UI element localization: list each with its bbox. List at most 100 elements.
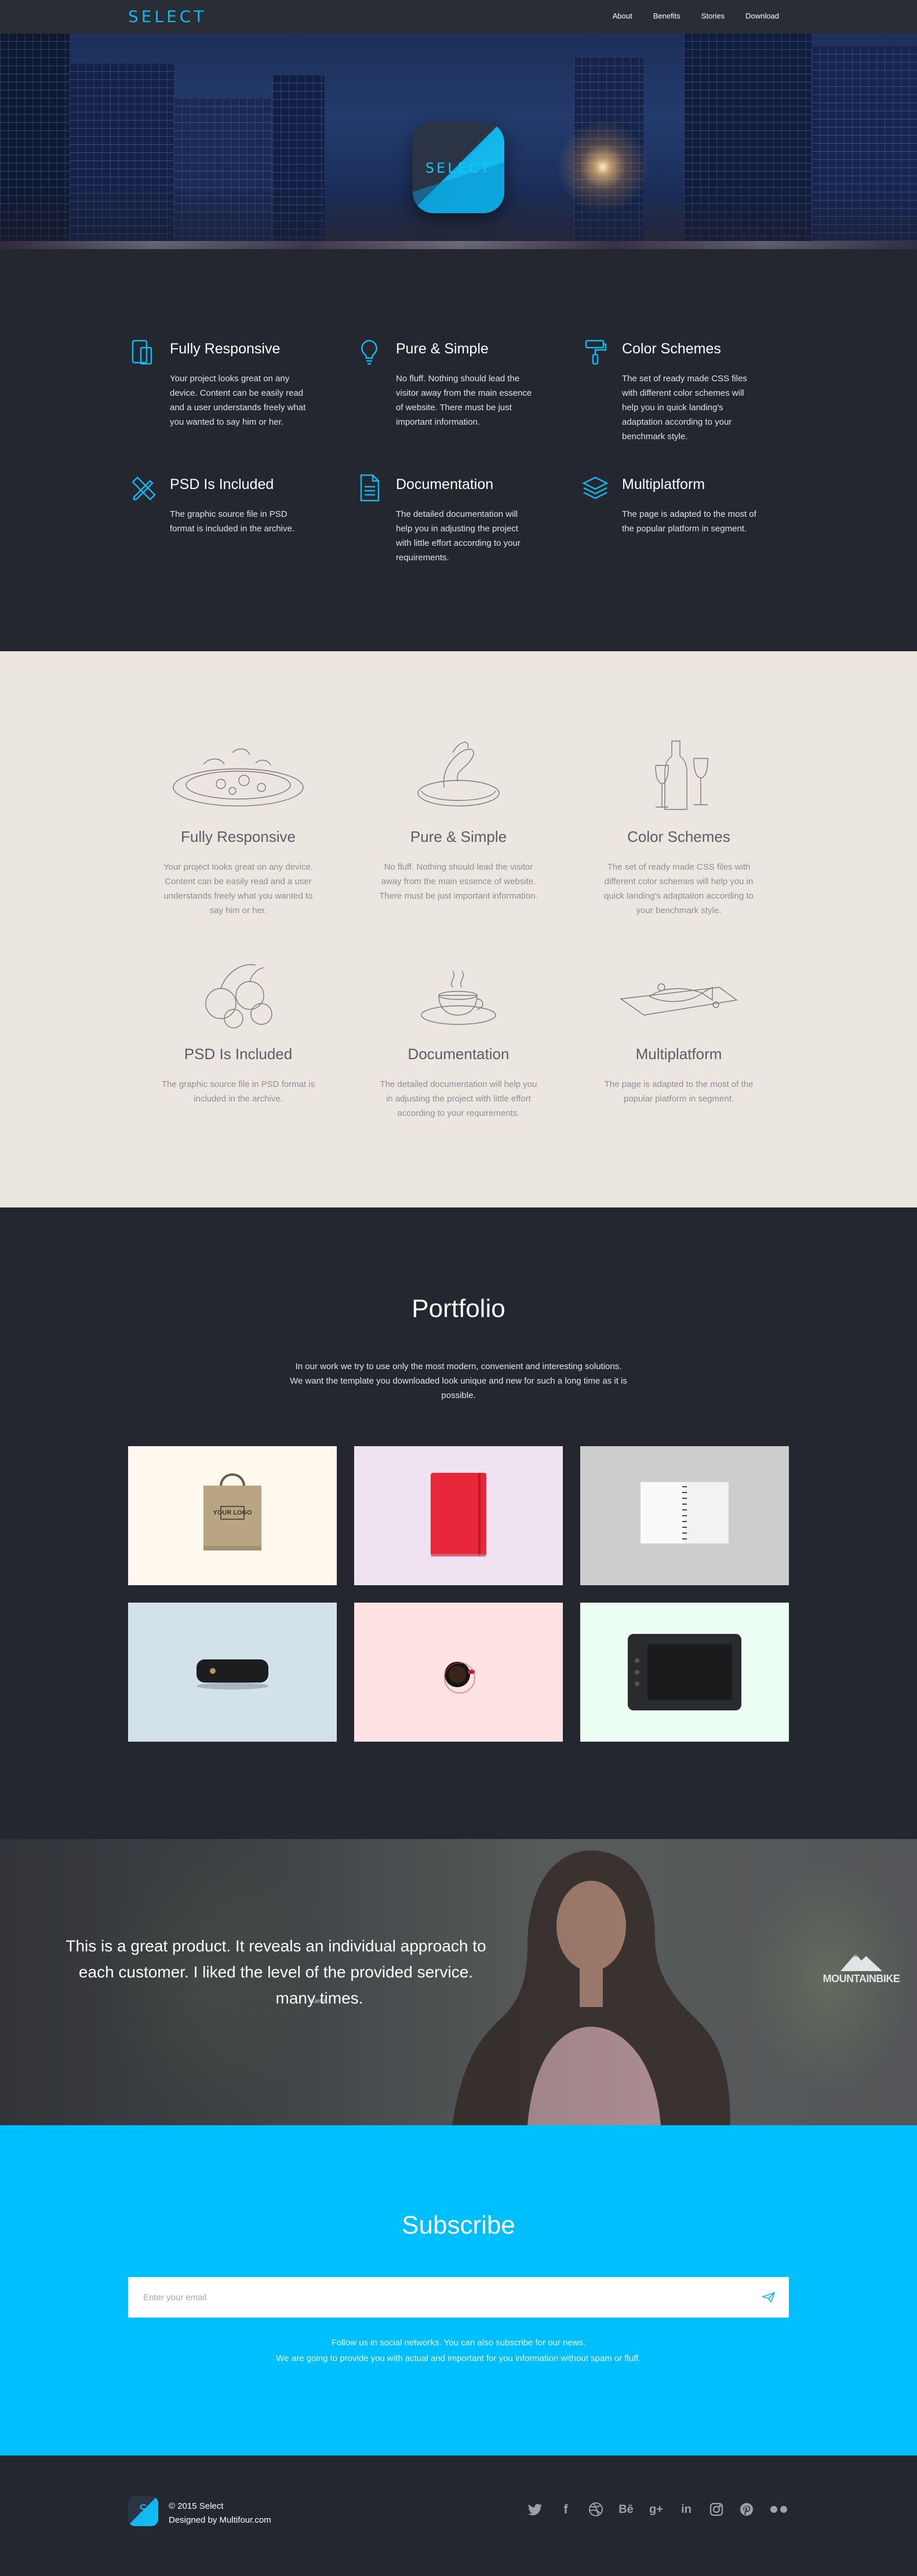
feature-title: Pure & Simple xyxy=(396,341,489,357)
subscribe-note: Follow us in social networks. You can al… xyxy=(0,2335,917,2366)
nav-link-stories[interactable]: Stories xyxy=(701,12,725,20)
feature-text: No fluff. Nothing should lead the visito… xyxy=(379,862,538,901)
feature-title: Fully Responsive xyxy=(170,341,281,357)
send-icon xyxy=(762,2292,776,2303)
flickr-icon[interactable] xyxy=(769,2502,789,2517)
twitter-icon[interactable] xyxy=(528,2502,543,2517)
portfolio-item-graphics-tablet[interactable] xyxy=(580,1603,789,1742)
nav-menu: About Benefits Stories Download xyxy=(613,12,779,20)
fish-sketch xyxy=(620,983,738,1016)
nav-link-download[interactable]: Download xyxy=(745,12,779,20)
footer-logo-letter: S xyxy=(139,2503,147,2517)
wine-sketch xyxy=(655,740,708,810)
feature-title: Pure & Simple xyxy=(410,828,507,845)
subscribe-submit-button[interactable] xyxy=(748,2277,789,2318)
portfolio-description: In our work we try to use only the most … xyxy=(290,1362,627,1400)
linkedin-icon[interactable]: in xyxy=(679,2502,694,2517)
feature-title: Color Schemes xyxy=(627,828,730,845)
subscribe-section: Subscribe Follow us in social networks. … xyxy=(0,2125,917,2455)
coffee-cup-image xyxy=(444,1662,475,1694)
feature-text: The graphic source file in PSD format is… xyxy=(170,509,295,534)
copyright-text: © 2015 Select xyxy=(169,2501,224,2511)
feature-text: The detailed documentation will help you… xyxy=(380,1079,537,1118)
email-input[interactable] xyxy=(128,2277,748,2318)
facebook-icon[interactable]: f xyxy=(558,2502,573,2517)
subscribe-note-line: We are going to provide you with actual … xyxy=(276,2354,641,2363)
feature-text: The page is adapted to the most of the p… xyxy=(604,1079,754,1104)
portfolio-section: Portfolio In our work we try to use only… xyxy=(0,1207,917,1839)
coffee-sketch xyxy=(421,970,496,1025)
feature-card: Multiplatform The page is adapted to the… xyxy=(569,947,789,1121)
features-light-section: Fully Responsive Your project looks grea… xyxy=(0,651,917,1207)
feature-card: Documentation The detailed documentation… xyxy=(348,947,569,1121)
portfolio-item-tote-bag[interactable]: YOUR LOGO xyxy=(128,1446,337,1585)
portfolio-grid: YOUR LOGO xyxy=(128,1446,789,1742)
pinterest-icon[interactable] xyxy=(739,2502,754,2517)
portfolio-item-glasses-case[interactable] xyxy=(128,1603,337,1742)
feature-card: Color Schemes The set of ready made CSS f… xyxy=(580,337,789,444)
feature-title: Fully Responsive xyxy=(181,828,296,845)
graphics-tablet-image xyxy=(628,1634,741,1710)
feature-title: Documentation xyxy=(396,476,494,492)
nav-link-about[interactable]: About xyxy=(613,12,632,20)
app-icon-text: SELECT xyxy=(425,160,492,176)
feature-card: Documentation The detailed documentation … xyxy=(354,473,580,565)
spiral-notebook-image xyxy=(641,1482,729,1544)
top-navbar: SELECT About Benefits Stories Download xyxy=(0,0,917,34)
feature-text: The graphic source file in PSD format is… xyxy=(161,1079,315,1104)
portfolio-item-spiral-notebook[interactable] xyxy=(580,1446,789,1585)
lightbulb-icon xyxy=(361,340,377,365)
feature-card: Fully Responsive Your project looks grea… xyxy=(128,729,348,918)
devices-icon xyxy=(132,340,152,365)
layers-icon xyxy=(582,476,609,499)
app-icon: SELECT xyxy=(413,122,504,213)
subscribe-note-line: Follow us in social networks. You can al… xyxy=(331,2338,586,2348)
feature-text: The detailed documentation will help you… xyxy=(396,509,521,563)
feature-card: Color Schemes The set of ready made CSS … xyxy=(569,729,789,918)
tomatoes-sketch xyxy=(205,964,272,1028)
footer: S © 2015 Select Designed by Multifour.co… xyxy=(0,2455,917,2576)
feature-text: Your project looks great on any device. … xyxy=(163,862,313,915)
subscribe-form xyxy=(128,2277,789,2318)
quote-line: each customer. I liked the level of the … xyxy=(78,1963,474,1981)
nav-link-benefits[interactable]: Benefits xyxy=(653,12,681,20)
dribbble-icon[interactable] xyxy=(588,2502,603,2517)
subscribe-title: Subscribe xyxy=(402,2211,515,2239)
hero-section: SELECT xyxy=(0,34,917,249)
client-logo-text: MOUNTAINBIKE xyxy=(823,1973,900,1984)
testimonial-author: Kiet K xyxy=(311,1998,328,2005)
bag-logo-text: YOUR LOGO xyxy=(213,1509,252,1516)
document-icon xyxy=(360,474,380,502)
pencil-ruler-icon xyxy=(132,476,156,501)
feature-text: No fluff. Nothing should lead the visito… xyxy=(396,374,532,427)
testimonial-quote: This is a great product. It reveals an i… xyxy=(56,1933,496,2011)
feature-title: PSD Is Included xyxy=(184,1045,293,1063)
pizza-sketch xyxy=(173,749,304,807)
glasses-case-image xyxy=(196,1659,268,1690)
feature-card: Multiplatform The page is adapted to the … xyxy=(580,473,789,565)
brand-logo[interactable]: SELECT xyxy=(128,7,206,26)
instagram-icon[interactable] xyxy=(709,2502,724,2517)
flickr-dots xyxy=(770,2506,787,2513)
feature-title: Color Schemes xyxy=(622,341,721,357)
features-dark-section: Fully Responsive Your project looks great… xyxy=(0,249,917,651)
tote-bag-image: YOUR LOGO xyxy=(203,1473,261,1550)
feature-text: The page is adapted to the most of the p… xyxy=(622,509,756,534)
feature-card: Fully Responsive Your project looks great… xyxy=(128,337,354,444)
feature-title: Documentation xyxy=(407,1045,510,1063)
feature-card: Pure & Simple No fluff. Nothing should l… xyxy=(348,729,569,918)
portfolio-item-coffee-cup[interactable] xyxy=(354,1603,563,1742)
google-plus-icon[interactable]: g+ xyxy=(649,2502,664,2517)
feature-card: PSD Is Included The graphic source file … xyxy=(128,947,348,1121)
client-logo: MOUNTAINBIKE xyxy=(818,1949,904,1985)
red-notebook-image xyxy=(431,1473,486,1557)
quote-line: many times. xyxy=(275,1989,363,2007)
mountain-icon xyxy=(840,1954,882,1971)
footer-copyright: © 2015 Select Designed by Multifour.com xyxy=(169,2500,271,2527)
feature-card: PSD Is Included The graphic source file i… xyxy=(128,473,354,565)
behance-icon[interactable]: Bē xyxy=(618,2502,634,2517)
quote-line: This is a great product. It reveals an i… xyxy=(66,1937,486,1955)
portfolio-item-red-notebook[interactable] xyxy=(354,1446,563,1585)
footer-logo[interactable]: S xyxy=(128,2496,158,2526)
feature-title: Multiplatform xyxy=(622,476,705,492)
